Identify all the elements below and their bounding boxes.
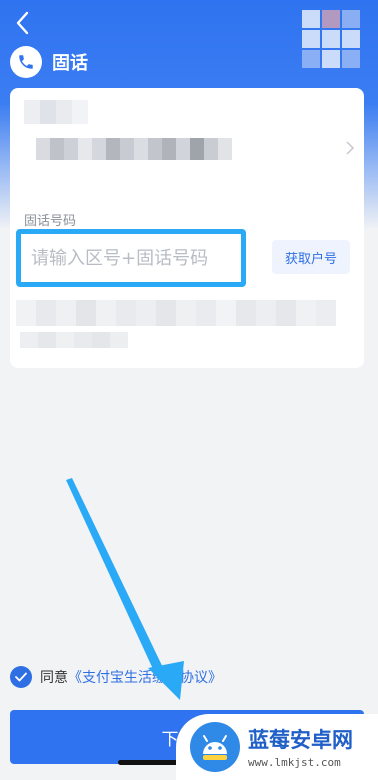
agreement-link[interactable]: 《支付宝生活缴费协议》 [68,667,222,687]
form-card: 固话号码 获取户号 [10,88,364,368]
blurred-area[interactable] [36,138,232,160]
blurred-area [24,100,88,124]
phone-number-input[interactable] [16,229,246,287]
blurred-area [20,332,128,348]
watermark: 蓝莓安卓网 www.lmkjst.com [176,714,378,780]
agreement-row: 同意 《支付宝生活缴费协议》 [10,666,222,688]
watermark-title: 蓝莓安卓网 [248,728,353,752]
agree-label: 同意 [40,670,68,686]
page-title: 固话 [52,53,88,74]
get-account-button[interactable]: 获取户号 [272,240,350,274]
phone-icon [10,46,42,78]
check-icon [15,672,27,682]
chevron-right-icon[interactable] [346,140,355,159]
android-logo-icon [190,722,240,772]
watermark-url: www.lmkjst.com [248,756,341,769]
back-button[interactable] [8,8,38,38]
blurred-area [302,10,360,68]
back-chevron-icon [16,11,29,35]
page-header: 固话 [10,46,88,78]
agree-checkbox[interactable] [10,666,32,688]
blurred-area [16,300,336,326]
phone-field-label: 固话号码 [24,214,77,229]
